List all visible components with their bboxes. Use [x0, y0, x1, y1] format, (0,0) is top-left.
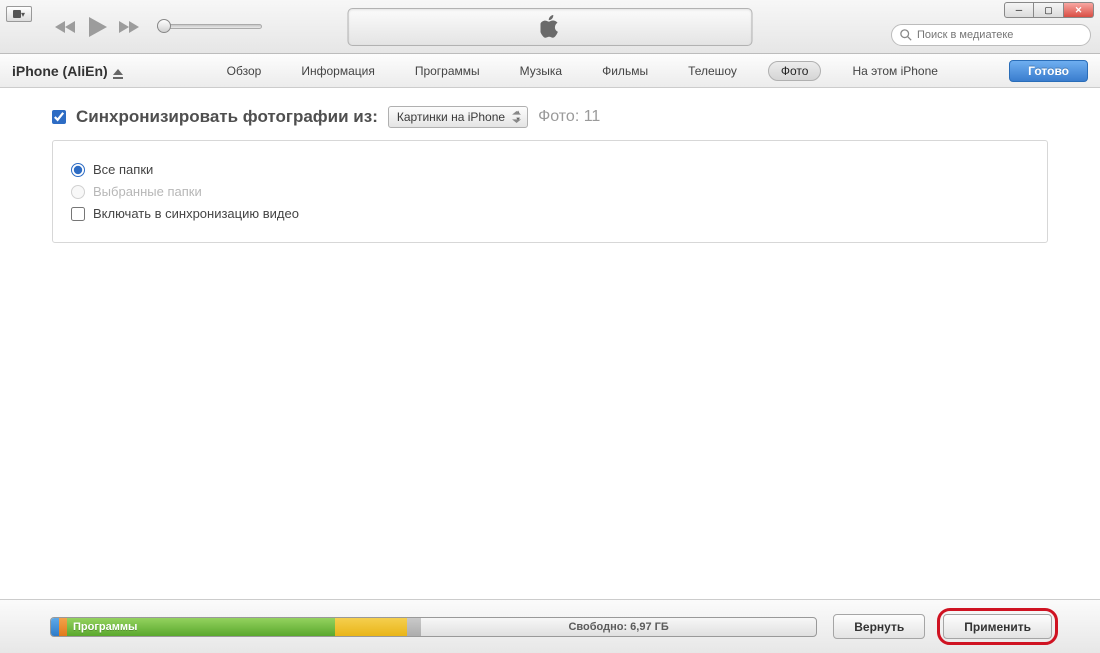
all-folders-label: Все папки: [93, 162, 153, 177]
mini-player-menu[interactable]: [6, 6, 32, 22]
tab-programs[interactable]: Программы: [406, 61, 489, 81]
device-tabs: Обзор Информация Программы Музыка Фильмы…: [218, 61, 947, 81]
capacity-free-label: Свободно: 6,97 ГБ: [421, 618, 816, 636]
apply-highlight: Применить: [937, 608, 1058, 645]
selected-folders-label: Выбранные папки: [93, 184, 202, 199]
volume-slider[interactable]: [157, 21, 262, 33]
capacity-segment-apps: Программы: [67, 618, 335, 636]
device-name-label: iPhone (AliEn): [12, 63, 108, 79]
apply-button[interactable]: Применить: [943, 614, 1052, 639]
tab-overview[interactable]: Обзор: [218, 61, 271, 81]
all-folders-radio[interactable]: [71, 163, 85, 177]
tab-movies[interactable]: Фильмы: [593, 61, 657, 81]
device-bar: iPhone (AliEn) Обзор Информация Программ…: [0, 54, 1100, 88]
tab-info[interactable]: Информация: [292, 61, 383, 81]
playback-controls: [55, 15, 262, 39]
option-selected-folders: Выбранные папки: [71, 184, 1029, 199]
minimize-button[interactable]: ─: [1004, 2, 1034, 18]
play-icon[interactable]: [85, 15, 109, 39]
sync-header-row: Синхронизировать фотографии из: Картинки…: [52, 106, 1048, 128]
option-include-video[interactable]: Включать в синхронизацию видео: [71, 206, 1029, 221]
search-box[interactable]: [891, 24, 1091, 46]
photo-count-label: Фото: 11: [538, 108, 600, 126]
search-icon: [900, 29, 912, 41]
include-video-checkbox[interactable]: [71, 207, 85, 221]
done-button[interactable]: Готово: [1009, 60, 1088, 82]
maximize-button[interactable]: ▢: [1034, 2, 1064, 18]
selected-folders-radio: [71, 185, 85, 199]
apple-logo-icon: [540, 15, 560, 39]
previous-track-icon[interactable]: [55, 19, 77, 35]
photo-source-select[interactable]: Картинки на iPhone ▲▼: [388, 106, 528, 128]
revert-button[interactable]: Вернуть: [833, 614, 925, 639]
capacity-segment-apps-label: Программы: [73, 621, 137, 633]
content-area: Синхронизировать фотографии из: Картинки…: [0, 88, 1100, 261]
search-input[interactable]: [917, 29, 1082, 41]
tab-photo[interactable]: Фото: [768, 61, 822, 81]
photo-source-value: Картинки на iPhone: [397, 110, 505, 124]
tab-on-this-iphone[interactable]: На этом iPhone: [843, 61, 947, 81]
capacity-segment-audio: [51, 618, 59, 636]
lcd-display: [348, 8, 753, 46]
device-name[interactable]: iPhone (AliEn): [12, 63, 123, 79]
capacity-bar: Программы Свободно: 6,97 ГБ: [50, 617, 817, 637]
window-controls: ─ ▢ ✕: [1004, 2, 1094, 18]
sync-photos-title: Синхронизировать фотографии из:: [76, 107, 378, 127]
sync-options-panel: Все папки Выбранные папки Включать в син…: [52, 140, 1048, 243]
eject-icon[interactable]: [113, 66, 123, 76]
tab-music[interactable]: Музыка: [511, 61, 571, 81]
capacity-segment-video: [59, 618, 67, 636]
option-all-folders[interactable]: Все папки: [71, 162, 1029, 177]
top-toolbar: ─ ▢ ✕: [0, 0, 1100, 54]
footer-bar: Программы Свободно: 6,97 ГБ Вернуть Прим…: [0, 599, 1100, 653]
tab-tvshows[interactable]: Телешоу: [679, 61, 746, 81]
capacity-segment-other: [407, 618, 421, 636]
include-video-label: Включать в синхронизацию видео: [93, 206, 299, 221]
sync-photos-checkbox[interactable]: [52, 110, 66, 124]
close-button[interactable]: ✕: [1064, 2, 1094, 18]
capacity-segment-photos: [335, 618, 407, 636]
next-track-icon[interactable]: [117, 19, 139, 35]
